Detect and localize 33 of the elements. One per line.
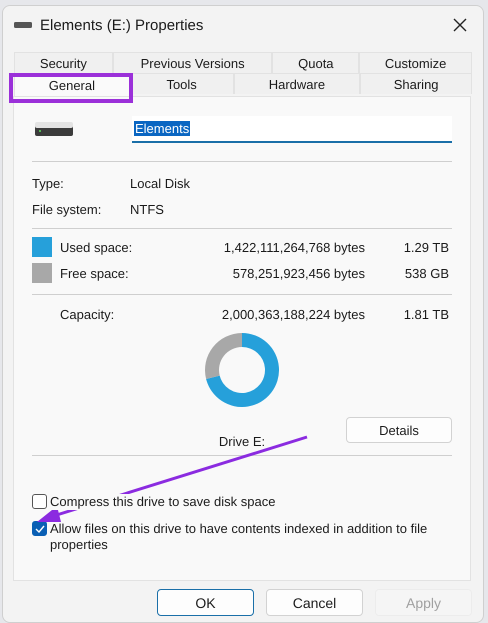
ok-button[interactable]: OK [157,589,254,616]
field-value: NTFS [130,202,165,216]
name-field[interactable]: Elements [132,116,452,142]
space-label: Free space: [60,266,130,280]
space-size: 1.29 TB [402,240,449,254]
space-bytes: 578,251,923,456 bytes [232,266,365,280]
tab[interactable]: Security [14,52,113,73]
tab[interactable]: Quota [272,52,360,73]
space-label: Used space: [60,240,134,254]
space-size: 538 GB [404,266,449,280]
drive-label: Drive E: [218,434,266,449]
tab[interactable]: Customize [359,52,472,73]
close-icon [453,18,467,32]
field-label: Type: [32,176,65,190]
capacity-size: 1.81 TB [402,306,449,322]
drive-icon [14,22,32,28]
checkbox[interactable] [32,494,47,509]
field-value: Local Disk [130,176,191,190]
tab[interactable]: Previous Versions [112,52,272,73]
cancel-button[interactable]: Cancel [266,589,363,616]
checkbox-label: Compress this drive to save disk space [50,494,276,510]
capacity-label: Capacity: [60,306,116,322]
tab[interactable]: Hardware [234,73,360,94]
tab[interactable]: Sharing [360,73,472,94]
window-title: Elements (E:) Properties [40,16,204,34]
checkmark-icon [34,524,44,532]
checkbox[interactable] [32,521,47,536]
capacity-bytes: 2,000,363,188,224 bytes [220,306,365,322]
checkbox-label: Allow files on this drive to have contents indexed in addition to file properties [50,521,428,553]
space-bytes: 1,422,111,264,768 bytes [222,240,365,254]
details-button[interactable]: Details [346,417,452,443]
drive-icon [35,122,73,136]
field-label: File system: [32,202,102,216]
